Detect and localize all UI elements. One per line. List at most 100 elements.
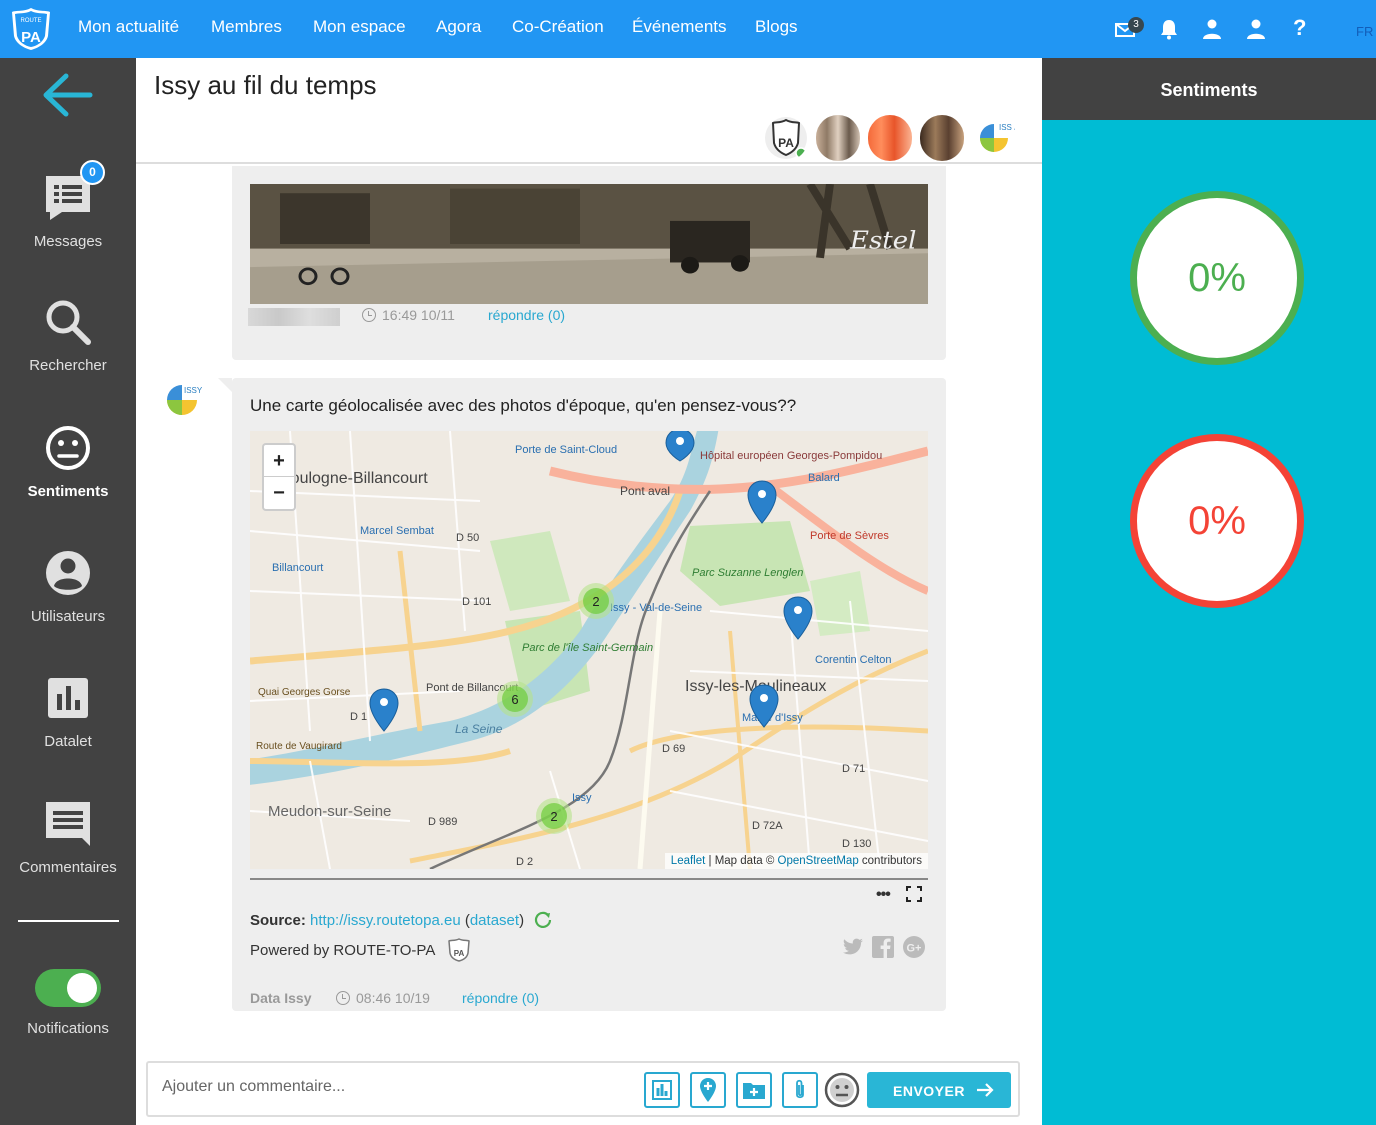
sidebar-item-comments[interactable]: Commentaires (0, 800, 136, 876)
svg-text:ROUTE: ROUTE (21, 18, 42, 24)
message-2-timestamp: 08:46 10/19 (356, 990, 430, 1006)
add-place-button[interactable] (690, 1072, 726, 1108)
attribution-end: contributors (858, 855, 922, 867)
twitter-icon[interactable] (842, 936, 864, 958)
sidebar-item-sentiments[interactable]: Sentiments (0, 424, 136, 500)
nav-blogs[interactable]: Blogs (755, 17, 798, 37)
reply-link-1[interactable]: répondre (0) (488, 307, 565, 323)
avatar-routetopa[interactable]: PA (764, 115, 808, 161)
map-label-d101: D 101 (462, 596, 491, 608)
map-label-val-de-seine: Issy - Val-de-Seine (610, 602, 702, 614)
avatar-user-2[interactable] (868, 115, 912, 161)
post-text: Une carte géolocalisée avec des photos d… (250, 396, 797, 415)
map-cluster-1[interactable]: 2 (578, 583, 614, 619)
help-icon[interactable]: ? (1293, 15, 1306, 41)
map-label-quai: Quai Georges Gorse (258, 687, 351, 698)
map-datalet[interactable]: Boulogne-Billancourt Issy-les-Moulineaux… (250, 431, 928, 869)
map-tiles[interactable]: Boulogne-Billancourt Issy-les-Moulineaux… (250, 431, 928, 869)
avatar-user-3[interactable] (920, 115, 964, 161)
map-label-corentin: Corentin Celton (815, 654, 891, 666)
powered-by: Powered by ROUTE-TO-PA PA (250, 938, 471, 962)
refresh-icon[interactable] (534, 910, 552, 928)
zoom-in-button[interactable]: + (264, 445, 294, 477)
paperclip-icon (796, 1079, 804, 1099)
send-button[interactable]: ENVOYER (867, 1072, 1011, 1108)
sidebar-item-users[interactable]: Utilisateurs (0, 549, 136, 625)
comment-input[interactable] (162, 1078, 632, 1096)
attach-file-button[interactable] (782, 1072, 818, 1108)
google-plus-icon[interactable]: G+ (903, 936, 925, 958)
folder-plus-icon (743, 1083, 765, 1099)
route-to-pa-logo[interactable]: ROUTE PA (8, 6, 54, 52)
toggle-knob (67, 973, 97, 1003)
nav-evenements[interactable]: Événements (632, 17, 727, 37)
emoji-button[interactable] (824, 1072, 860, 1108)
avatar-issy[interactable]: ISSY (972, 115, 1016, 161)
svg-text:PA: PA (21, 29, 41, 46)
dataset-link[interactable]: dataset (470, 912, 519, 929)
avatar-user-1[interactable] (816, 115, 860, 161)
facebook-icon[interactable] (872, 936, 894, 958)
message-2-time: 08:46 10/19 (336, 990, 430, 1006)
more-options-icon[interactable]: ••• (876, 886, 891, 904)
historic-photo[interactable]: Estel (250, 184, 928, 304)
sidebar-label-datalet: Datalet (44, 733, 92, 750)
profile-icon[interactable] (1245, 18, 1267, 40)
sidebar-item-messages[interactable]: Messages (0, 174, 136, 250)
map-label-vaugirard: Route de Vaugirard (256, 741, 342, 752)
user-circle-icon (46, 551, 90, 595)
add-folder-button[interactable] (736, 1072, 772, 1108)
nav-mon-espace[interactable]: Mon espace (313, 17, 406, 37)
powered-text: Powered by ROUTE-TO-PA (250, 942, 435, 959)
svg-text:ISSY: ISSY (999, 123, 1016, 132)
map-label-d1: D 1 (350, 711, 367, 723)
leaflet-link[interactable]: Leaflet (671, 855, 706, 867)
notifications-label: Notifications (27, 1020, 109, 1037)
message-card-2: Une carte géolocalisée avec des photos d… (218, 378, 946, 1011)
notifications-toggle[interactable] (35, 969, 101, 1007)
map-divider (250, 878, 928, 880)
clock-icon (362, 308, 376, 322)
map-label-porte-sevres: Porte de Sèvres (810, 530, 889, 542)
map-label-seine: La Seine (455, 722, 503, 736)
clock-icon-2 (336, 991, 350, 1005)
reply-link-2[interactable]: répondre (0) (462, 990, 539, 1006)
author-name-blurred (248, 308, 340, 326)
mail-badge: 3 (1128, 17, 1144, 33)
nav-membres[interactable]: Membres (211, 17, 282, 37)
author-avatar-issy[interactable]: ISSY (162, 379, 202, 421)
bell-icon[interactable] (1158, 18, 1180, 40)
osm-link[interactable]: OpenStreetMap (778, 855, 859, 867)
sidebar-item-search[interactable]: Rechercher (0, 298, 136, 374)
map-label-parc-ile: Parc de l'île Saint-Germain (522, 642, 653, 654)
sidebar-divider (18, 920, 119, 922)
sidebar-item-datalet[interactable]: Datalet (0, 674, 136, 750)
language-selector[interactable]: FR (1356, 24, 1373, 39)
nav-agora[interactable]: Agora (436, 17, 481, 37)
nav-mon-actualite[interactable]: Mon actualité (78, 17, 179, 37)
user-icon[interactable] (1201, 18, 1223, 40)
message-1-time: 16:49 10/11 (362, 307, 455, 323)
source-label: Source: (250, 912, 311, 929)
sentiments-header: Sentiments (1042, 58, 1376, 120)
sidebar-label-comments: Commentaires (19, 859, 117, 876)
message-feed: Estel 16:49 10/11 répondre (0) ISSY Une … (136, 166, 1042, 1046)
zoom-out-button[interactable]: − (264, 477, 294, 509)
chart-icon (652, 1080, 672, 1100)
nav-co-creation[interactable]: Co-Création (512, 17, 604, 37)
map-cluster-3[interactable]: 2 (536, 798, 572, 834)
map-label-parc-lenglen: Parc Suzanne Lenglen (692, 567, 803, 579)
map-cluster-2[interactable]: 6 (497, 681, 533, 717)
dataset-close: ) (519, 912, 525, 929)
map-label-d130: D 130 (842, 838, 871, 850)
author-name: Data Issy (250, 990, 312, 1006)
negative-percentage: 0% (1188, 499, 1246, 543)
svg-text:PA: PA (453, 949, 464, 958)
comment-icon (46, 802, 90, 846)
sidebar-label-messages: Messages (33, 233, 103, 250)
fullscreen-icon[interactable] (906, 886, 922, 902)
back-arrow-icon[interactable] (42, 72, 94, 118)
add-datalet-button[interactable] (644, 1072, 680, 1108)
source-url-link[interactable]: http://issy.routetopa.eu (310, 912, 461, 929)
sentiments-panel: 0% 0% (1042, 120, 1376, 1125)
